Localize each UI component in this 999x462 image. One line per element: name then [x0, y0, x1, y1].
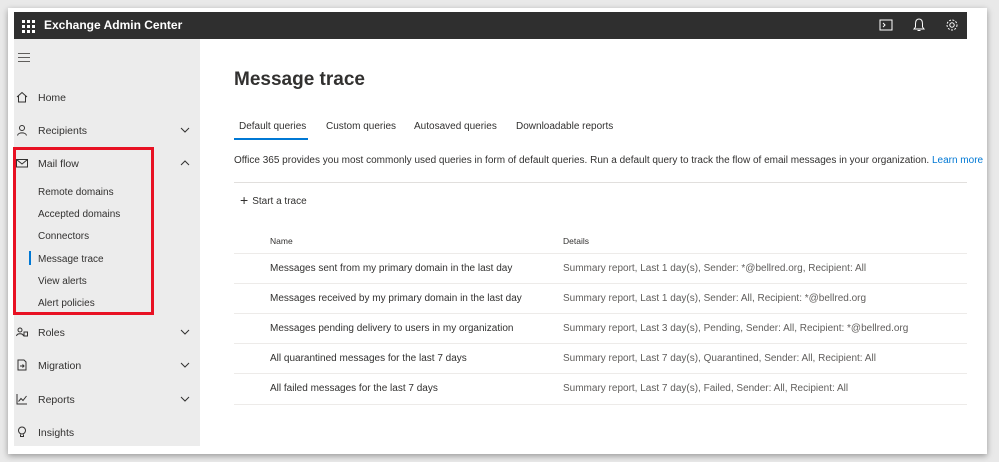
sidebar-item-roles[interactable]: Roles	[14, 319, 200, 347]
sidebar-item-label: Migration	[38, 360, 82, 372]
sidebar-item-label: Home	[38, 92, 67, 104]
roles-icon	[16, 327, 28, 337]
plus-icon: +	[240, 192, 249, 208]
chevron-down-icon[interactable]	[180, 126, 190, 134]
start-trace-label: Start a trace	[252, 196, 307, 207]
sidebar-item-label: Roles	[38, 327, 65, 339]
person-icon	[17, 125, 27, 136]
row-details: Summary report, Last 7 day(s), Failed, S…	[563, 383, 849, 394]
main-content: Message trace Default queries Custom que…	[200, 39, 983, 446]
bell-icon[interactable]	[911, 17, 927, 33]
tab-downloadable-reports[interactable]: Downloadable reports	[516, 121, 613, 132]
row-name: Messages sent from my primary domain in …	[270, 263, 513, 274]
table-row[interactable]: All quarantined messages for the last 7 …	[234, 343, 967, 374]
cloud-shell-icon[interactable]	[878, 17, 894, 33]
sidebar-item-label: Insights	[38, 427, 75, 439]
divider	[234, 182, 967, 183]
sidebar-item-migration[interactable]: Migration	[14, 352, 200, 380]
start-trace-button[interactable]: + Start a trace	[240, 191, 307, 208]
app-title: Exchange Admin Center	[44, 18, 183, 32]
row-details: Summary report, Last 7 day(s), Quarantin…	[563, 353, 876, 364]
home-icon	[16, 91, 28, 103]
lightbulb-icon	[18, 426, 26, 437]
sidebar-item-label: Recipients	[38, 125, 88, 137]
table-row[interactable]: Messages received by my primary domain i…	[234, 283, 967, 314]
highlight-box	[13, 147, 154, 315]
row-name: All quarantined messages for the last 7 …	[270, 353, 467, 364]
page-description: Office 365 provides you most commonly us…	[234, 155, 983, 166]
page-title: Message trace	[234, 69, 365, 90]
reports-icon	[16, 394, 27, 405]
chevron-down-icon[interactable]	[180, 395, 190, 403]
sidebar-item-insights[interactable]: Insights	[14, 419, 200, 447]
table-row[interactable]: Messages pending delivery to users in my…	[234, 313, 967, 344]
description-text: Office 365 provides you most commonly us…	[234, 155, 930, 166]
row-name: Messages received by my primary domain i…	[270, 293, 522, 304]
row-details: Summary report, Last 1 day(s), Sender: A…	[563, 293, 867, 304]
sidebar-item-reports[interactable]: Reports	[14, 386, 200, 414]
sidebar-item-label: Reports	[38, 394, 75, 406]
app-launcher-icon[interactable]	[18, 16, 38, 36]
table-row[interactable]: All failed messages for the last 7 days …	[234, 373, 967, 405]
column-header-details[interactable]: Details	[563, 236, 589, 246]
row-details: Summary report, Last 3 day(s), Pending, …	[563, 323, 909, 334]
row-name: All failed messages for the last 7 days	[270, 383, 438, 394]
chevron-up-icon[interactable]	[180, 159, 190, 167]
column-header-name[interactable]: Name	[270, 236, 293, 246]
gear-icon[interactable]	[944, 17, 960, 33]
tab-custom-queries[interactable]: Custom queries	[326, 121, 396, 132]
table-row[interactable]: Messages sent from my primary domain in …	[234, 253, 967, 284]
tab-autosaved-queries[interactable]: Autosaved queries	[414, 121, 497, 132]
learn-more-link[interactable]: Learn more	[932, 155, 983, 166]
hamburger-menu-icon[interactable]	[18, 53, 30, 63]
active-tab-indicator	[234, 138, 308, 140]
sidebar-item-recipients[interactable]: Recipients	[14, 117, 200, 145]
row-name: Messages pending delivery to users in my…	[270, 323, 514, 334]
sidebar-item-home[interactable]: Home	[14, 84, 200, 112]
tab-default-queries[interactable]: Default queries	[239, 121, 306, 132]
top-bar: Exchange Admin Center	[14, 12, 967, 39]
chevron-down-icon[interactable]	[180, 361, 190, 369]
migration-icon	[17, 359, 27, 371]
row-details: Summary report, Last 1 day(s), Sender: *…	[563, 263, 867, 274]
chevron-down-icon[interactable]	[180, 328, 190, 336]
